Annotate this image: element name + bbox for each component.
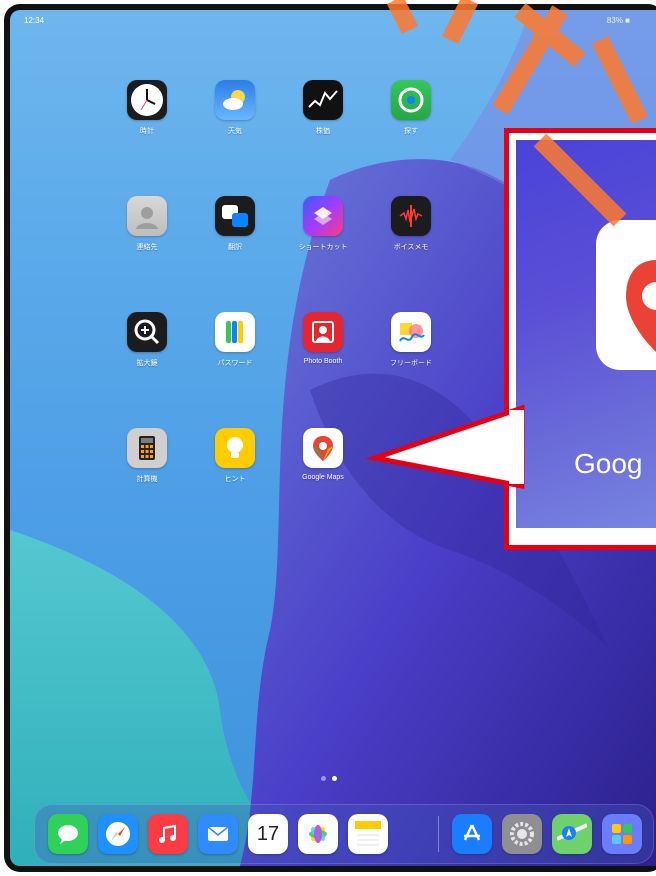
callout-label: Goog <box>574 448 643 479</box>
magnifier-icon <box>127 312 167 352</box>
app-clock[interactable]: 時計 <box>112 80 182 136</box>
photo-booth-icon <box>303 312 343 352</box>
photos-icon[interactable] <box>298 814 338 854</box>
app-label: Google Maps <box>302 474 344 481</box>
app-label: フリーボード <box>390 360 432 367</box>
app-calculator[interactable]: 計算機 <box>112 428 182 484</box>
notes-icon[interactable] <box>348 814 388 854</box>
contacts-icon <box>127 196 167 236</box>
calendar-date: 17 <box>256 822 280 845</box>
settings-icon[interactable] <box>502 814 542 854</box>
app-weather[interactable]: 天気 <box>200 80 270 136</box>
google-maps-icon <box>303 428 343 468</box>
passwords-icon <box>215 312 255 352</box>
app-label: 翻訳 <box>228 244 242 251</box>
app-magnifier[interactable]: 拡大鏡 <box>112 312 182 368</box>
app-library-icon[interactable] <box>602 814 642 854</box>
app-stocks[interactable]: 株価 <box>288 80 358 136</box>
app-label: ショートカット <box>298 244 348 251</box>
voice-memo-icon <box>391 196 431 236</box>
app-shortcuts[interactable]: ショートカット <box>288 196 358 252</box>
weather-icon <box>215 80 255 120</box>
calendar-icon[interactable]: 17 <box>248 814 288 854</box>
app-label: ヒント <box>224 476 246 483</box>
app-tips[interactable]: ヒント <box>200 428 270 484</box>
dock-divider <box>438 816 439 852</box>
app-store-icon[interactable] <box>452 814 492 854</box>
app-label: 天気 <box>228 128 242 135</box>
app-label: 計算機 <box>136 476 158 483</box>
app-label: 株価 <box>316 128 330 135</box>
app-label: 拡大鏡 <box>136 360 158 367</box>
page-dot[interactable] <box>321 776 326 781</box>
dock: 17 <box>34 804 654 864</box>
page-dot-current[interactable] <box>332 776 337 781</box>
page-indicator[interactable] <box>321 776 337 781</box>
app-label: 時計 <box>140 128 154 135</box>
status-bar: 12:34 83% ■ <box>10 14 650 28</box>
app-label: ボイスメモ <box>393 244 429 251</box>
shortcuts-icon <box>303 196 343 236</box>
app-photobooth[interactable]: Photo Booth <box>288 312 358 365</box>
app-voicememos[interactable]: ボイスメモ <box>376 196 446 252</box>
safari-icon[interactable] <box>98 814 138 854</box>
app-contacts[interactable]: 連絡先 <box>112 196 182 252</box>
google-maps-zoom-icon <box>596 220 656 370</box>
app-label: パスワード <box>217 360 253 367</box>
music-icon[interactable] <box>148 814 188 854</box>
maps-icon[interactable] <box>552 814 592 854</box>
app-translate[interactable]: 翻訳 <box>200 196 270 252</box>
find-my-icon <box>391 80 431 120</box>
calculator-icon <box>127 428 167 468</box>
stocks-icon <box>303 80 343 120</box>
app-passwords[interactable]: パスワード <box>200 312 270 368</box>
app-freeform[interactable]: フリーボード <box>376 312 446 368</box>
translate-icon <box>215 196 255 236</box>
app-findmy[interactable]: 探す <box>376 80 446 136</box>
app-label: 連絡先 <box>136 244 158 251</box>
app-label: 探す <box>404 128 418 135</box>
messages-icon[interactable] <box>48 814 88 854</box>
app-label: Photo Booth <box>303 358 343 365</box>
status-time: 12:34 <box>24 16 45 25</box>
clock-icon <box>127 80 167 120</box>
app-googlemaps[interactable]: Google Maps <box>288 428 358 481</box>
mail-icon[interactable] <box>198 814 238 854</box>
freeform-icon <box>391 312 431 352</box>
status-battery: 83% ■ <box>606 16 630 25</box>
tips-icon <box>215 428 255 468</box>
